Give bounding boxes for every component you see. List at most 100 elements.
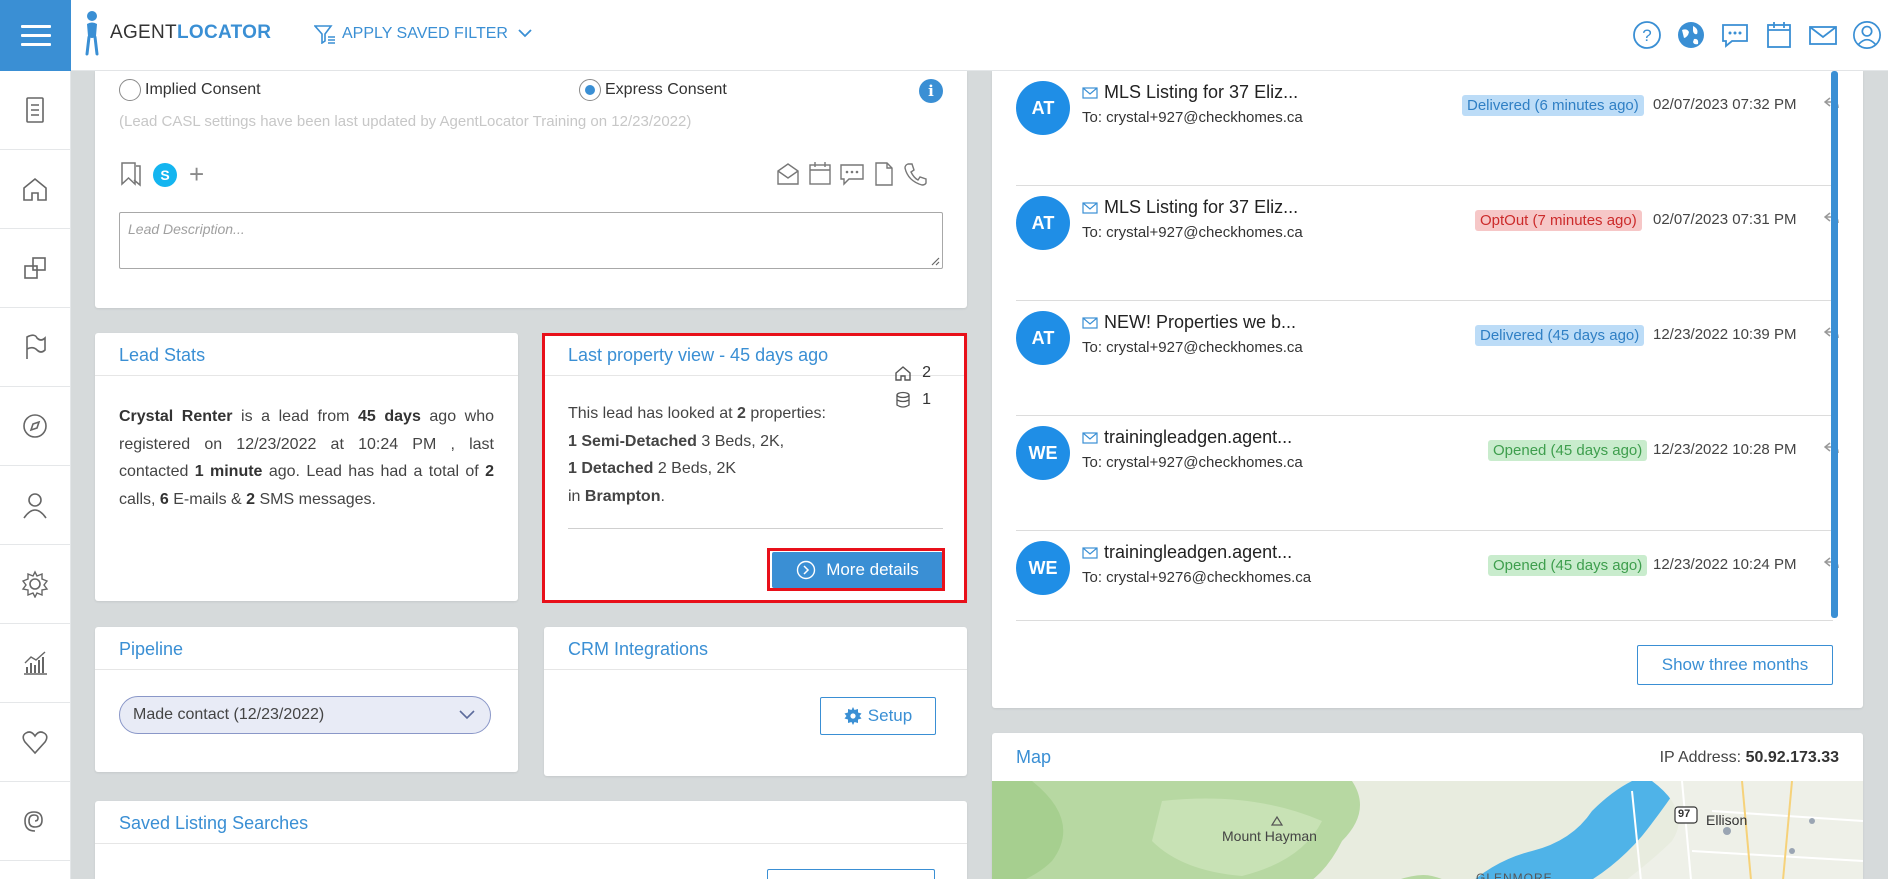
sidebar-item-favorites[interactable] <box>0 703 70 782</box>
chevron-down-icon <box>518 29 532 38</box>
duplicate-icon <box>24 257 46 279</box>
sidebar-item-swirl[interactable] <box>0 782 70 861</box>
message-subject: MLS Listing for 37 Eliz... <box>1082 82 1298 103</box>
map-title: Map <box>1016 747 1052 767</box>
consent-card: Implied Consent Express Consent i (Lead … <box>95 71 967 308</box>
pipeline-select[interactable]: Made contact (12/23/2022) <box>119 696 491 734</box>
message-date: 12/23/2022 10:39 PM <box>1653 326 1797 343</box>
message-item[interactable]: AT MLS Listing for 37 Eliz... To: crysta… <box>1016 71 1839 186</box>
menu-toggle-button[interactable] <box>0 0 71 71</box>
home-icon <box>23 177 47 201</box>
property-counts: 2 1 <box>894 359 931 413</box>
sidebar-item-home[interactable] <box>0 150 70 229</box>
note-icon[interactable] <box>871 161 897 187</box>
mail-icon <box>1082 201 1098 214</box>
chevron-down-icon <box>459 710 475 720</box>
message-item[interactable]: AT MLS Listing for 37 Eliz... To: crysta… <box>1016 186 1839 301</box>
pipeline-title: Pipeline <box>95 627 518 670</box>
map-place-label: GLENMORE <box>1476 871 1553 879</box>
message-date: 02/07/2023 07:32 PM <box>1653 96 1797 113</box>
message-date: 12/23/2022 10:28 PM <box>1653 441 1797 458</box>
message-subject: NEW! Properties we b... <box>1082 312 1296 333</box>
lead-description-input[interactable]: Lead Description... <box>119 212 943 269</box>
show-three-months-button[interactable]: Show three months <box>1637 645 1833 685</box>
mail-icon <box>1082 431 1098 444</box>
map-view[interactable]: Mount Hayman Ellison GLENMORE 97 <box>992 781 1863 879</box>
setup-label: Setup <box>867 706 913 725</box>
saved-searches-button-edge[interactable] <box>767 869 935 879</box>
mailbox-icon[interactable] <box>775 161 801 187</box>
message-item[interactable]: WE trainingleadgen.agent... To: crystal+… <box>1016 416 1839 531</box>
database-count: 1 <box>922 391 931 408</box>
calendar-icon[interactable] <box>1764 18 1794 52</box>
sidebar-item-settings[interactable] <box>0 545 70 624</box>
compass-icon <box>23 414 47 438</box>
avatar: AT <box>1016 196 1070 250</box>
ip-address: IP Address: 50.92.173.33 <box>1659 749 1839 766</box>
home-count: 2 <box>922 364 931 381</box>
mail-icon[interactable] <box>1808 18 1838 52</box>
sidebar <box>0 71 71 879</box>
filter-icon <box>314 25 335 44</box>
express-consent-radio[interactable]: Express Consent <box>579 79 727 101</box>
divider <box>568 528 943 529</box>
express-consent-radio-button[interactable] <box>579 79 601 101</box>
skype-icon[interactable]: S <box>153 163 177 187</box>
help-icon[interactable]: ? <box>1632 18 1662 52</box>
flag-icon <box>26 334 46 359</box>
logo-text: AGENTLOCATOR <box>110 22 272 43</box>
map-tiles[interactable] <box>992 781 1863 879</box>
message-item[interactable]: AT NEW! Properties we b... To: crystal+9… <box>1016 301 1839 416</box>
avatar: WE <box>1016 541 1070 595</box>
status-badge: Delivered (45 days ago) <box>1475 325 1645 346</box>
status-badge: OptOut (7 minutes ago) <box>1475 210 1642 231</box>
message-list: AT MLS Listing for 37 Eliz... To: crysta… <box>1016 71 1839 621</box>
messages-scrollbar[interactable] <box>1831 71 1838 618</box>
message-subject: trainingleadgen.agent... <box>1082 427 1292 448</box>
sidebar-item-explore[interactable] <box>0 387 70 466</box>
sidebar-item-flags[interactable] <box>0 308 70 387</box>
sidebar-item-analytics[interactable] <box>0 624 70 703</box>
user-account-icon[interactable] <box>1852 18 1882 52</box>
casl-note: (Lead CASL settings have been last updat… <box>119 113 692 130</box>
document-icon <box>26 97 44 123</box>
avatar: WE <box>1016 426 1070 480</box>
message-item[interactable]: WE trainingleadgen.agent... To: crystal+… <box>1016 531 1839 621</box>
sidebar-item-contacts[interactable] <box>0 466 70 545</box>
implied-consent-radio[interactable]: Implied Consent <box>119 79 261 101</box>
calendar-icon[interactable] <box>807 161 833 187</box>
lead-stats-card: Lead Stats Crystal Renter is a lead from… <box>95 333 518 601</box>
sidebar-item-documents[interactable] <box>0 71 70 150</box>
map-card: Map IP Address: 50.92.173.33 Mount Hayma… <box>992 733 1863 879</box>
sms-icon[interactable] <box>839 161 865 187</box>
globe-icon[interactable] <box>1676 18 1706 52</box>
apply-saved-filter-button[interactable]: APPLY SAVED FILTER <box>314 24 536 44</box>
chat-icon[interactable] <box>1720 18 1750 52</box>
mail-icon <box>1082 316 1098 329</box>
mail-icon <box>1082 546 1098 559</box>
saved-listing-searches-card: Saved Listing Searches <box>95 801 967 879</box>
bookmark-icon[interactable] <box>119 161 143 187</box>
map-place-label: Ellison <box>1706 812 1748 828</box>
gear-icon <box>844 707 862 725</box>
phone-icon[interactable] <box>903 161 929 187</box>
info-icon[interactable]: i <box>919 79 943 103</box>
more-details-button[interactable]: More details <box>772 552 943 588</box>
logo-figure-icon <box>85 11 99 56</box>
map-place-label: Mount Hayman <box>1222 828 1317 844</box>
lead-stats-text: Crystal Renter is a lead from 45 days ag… <box>119 408 495 508</box>
home-icon <box>895 365 911 381</box>
highway-label: 97 <box>1678 808 1691 820</box>
app-logo[interactable]: AGENTLOCATOR <box>82 10 271 56</box>
add-icon[interactable]: + <box>189 159 204 189</box>
message-recipient: To: crystal+927@checkhomes.ca <box>1082 454 1303 471</box>
resize-handle-icon[interactable] <box>930 256 940 266</box>
lead-stats-title: Lead Stats <box>95 333 518 376</box>
crm-integrations-card: CRM Integrations Setup <box>544 627 967 776</box>
crm-integrations-title: CRM Integrations <box>544 627 967 670</box>
setup-button[interactable]: Setup <box>820 697 936 735</box>
implied-consent-radio-button[interactable] <box>119 79 141 101</box>
settings-icon <box>21 570 49 598</box>
more-details-label: More details <box>826 560 919 579</box>
sidebar-item-listings[interactable] <box>0 229 70 308</box>
